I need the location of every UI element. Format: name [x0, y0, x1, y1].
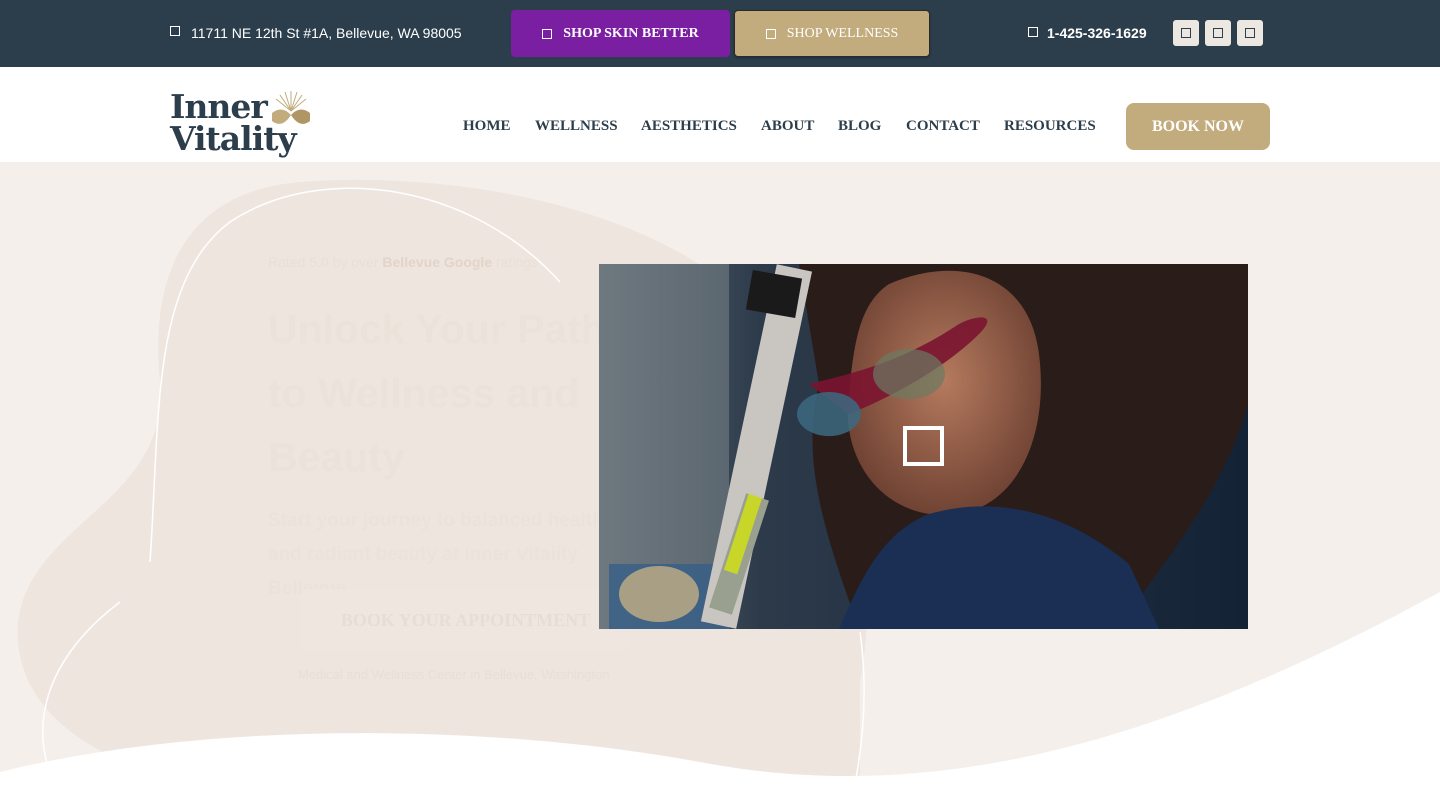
address[interactable]: 11711 NE 12th St #1A, Bellevue, WA 98005 — [170, 25, 462, 41]
top-bar: 11711 NE 12th St #1A, Bellevue, WA 98005… — [0, 0, 1440, 67]
hero-headline: Unlock Your Path to Wellness and Beauty — [268, 306, 606, 480]
cart-icon — [542, 28, 553, 39]
logo[interactable]: Inner Vitality — [170, 90, 320, 163]
nav-home[interactable]: HOME — [463, 118, 511, 135]
address-text: 11711 NE 12th St #1A, Bellevue, WA 98005 — [191, 25, 462, 41]
nav-contact[interactable]: CONTACT — [906, 118, 980, 135]
hero-section: Rated 5.0 by over Bellevue Google rating… — [0, 162, 1440, 810]
phone-icon — [1028, 27, 1038, 37]
hero-caption: Medical and Wellness Center in Bellevue,… — [298, 667, 610, 682]
hero-video[interactable] — [599, 264, 1248, 629]
instagram-icon — [1213, 28, 1223, 38]
facebook-link[interactable] — [1173, 20, 1199, 46]
lotus-book-icon — [272, 91, 310, 124]
nav-about[interactable]: ABOUT — [761, 118, 814, 135]
phone-link[interactable]: 1-425-326-1629 — [1028, 25, 1147, 41]
play-icon[interactable] — [903, 426, 944, 466]
book-appointment-button[interactable]: BOOK YOUR APPOINTMENT — [301, 589, 630, 651]
cart-icon — [765, 28, 776, 39]
shop-skin-better-button[interactable]: SHOP SKIN BETTER — [511, 10, 730, 57]
book-now-button[interactable]: BOOK NOW — [1126, 103, 1270, 150]
phone-text: 1-425-326-1629 — [1047, 25, 1147, 41]
eyebrow-prefix: Rated 5.0 by over — [268, 254, 379, 270]
rating-eyebrow: Rated 5.0 by over Bellevue Google rating… — [268, 254, 538, 270]
youtube-link[interactable] — [1237, 20, 1263, 46]
facebook-icon — [1181, 28, 1191, 38]
eyebrow-highlight: Bellevue Google — [382, 254, 493, 270]
nav-blog[interactable]: BLOG — [838, 118, 881, 135]
youtube-icon — [1245, 28, 1255, 38]
nav-resources[interactable]: RESOURCES — [1004, 118, 1096, 135]
shop-wellness-label: SHOP WELLNESS — [786, 25, 899, 41]
eyebrow-suffix: ratings — [496, 254, 539, 270]
nav-aesthetics[interactable]: AESTHETICS — [641, 118, 737, 135]
nav-wellness[interactable]: WELLNESS — [535, 118, 618, 135]
location-icon — [170, 26, 180, 36]
instagram-link[interactable] — [1205, 20, 1231, 46]
shop-wellness-button[interactable]: SHOP WELLNESS — [734, 10, 930, 57]
hero-content: Rated 5.0 by over Bellevue Google rating… — [0, 162, 1440, 810]
shop-skin-better-label: SHOP SKIN BETTER — [563, 25, 699, 41]
